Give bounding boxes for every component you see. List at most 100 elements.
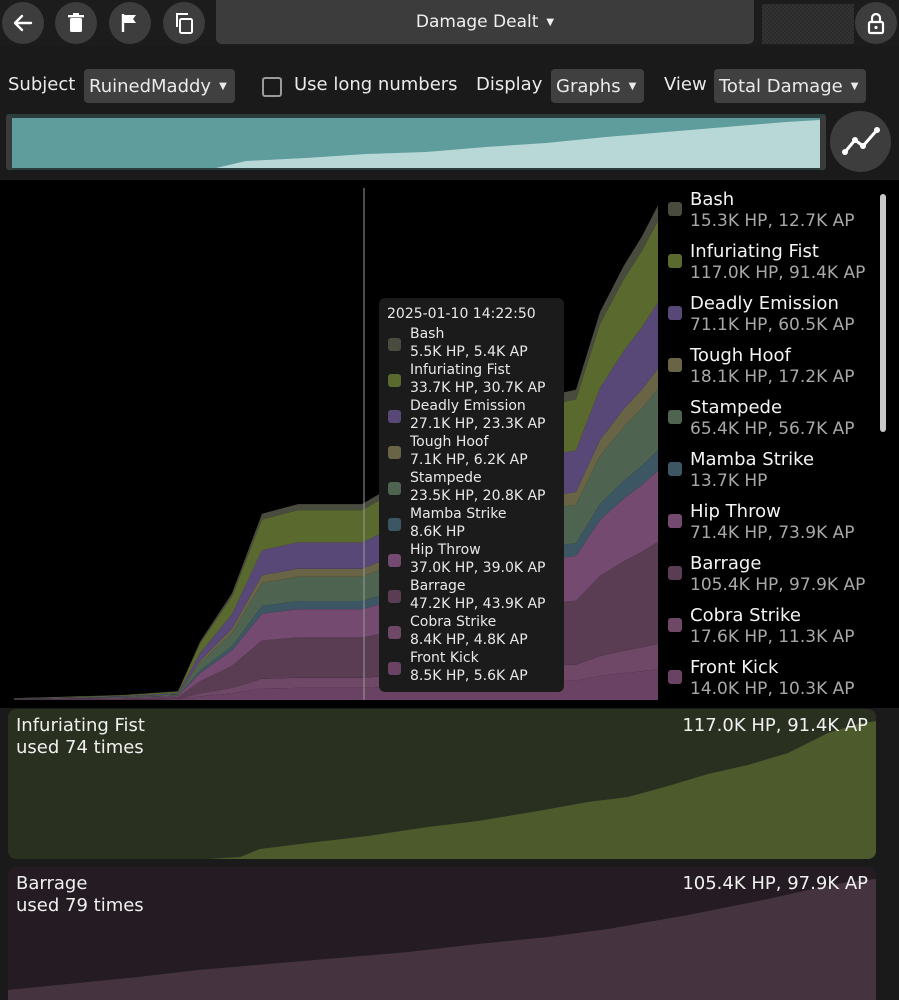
card-total: 117.0K HP, 91.4K AP xyxy=(682,715,868,736)
legend-name: Bash xyxy=(690,189,735,210)
overview-right-handle[interactable] xyxy=(820,116,826,170)
back-arrow-icon xyxy=(13,14,33,32)
tooltip-item: Bash 5.5K HP, 5.4K AP xyxy=(379,326,564,362)
subject-dropdown[interactable]: RuinedMaddy ▼ xyxy=(84,69,235,103)
legend-swatch xyxy=(668,410,682,424)
overview-chart xyxy=(6,116,826,170)
legend: Bash 15.3K HP, 12.7K AP Infuriating Fist 11… xyxy=(664,188,878,704)
tooltip-name: Barrage xyxy=(410,578,466,594)
legend-item[interactable]: Front Kick 14.0K HP, 10.3K AP xyxy=(664,656,878,704)
tooltip-item: Front Kick 8.5K HP, 5.6K AP xyxy=(379,650,564,686)
legend-item[interactable]: Barrage 105.4K HP, 97.9K AP xyxy=(664,552,878,604)
display-dropdown[interactable]: Graphs ▼ xyxy=(551,69,645,103)
flag-button[interactable] xyxy=(109,2,151,44)
legend-item[interactable]: Infuriating Fist 117.0K HP, 91.4K AP xyxy=(664,240,878,292)
legend-scrollbar[interactable] xyxy=(880,194,886,432)
tooltip-item: Deadly Emission 27.1K HP, 23.3K AP xyxy=(379,398,564,434)
card-ability-name: Barrage xyxy=(16,873,88,894)
tooltip-value: 7.1K HP, 6.2K AP xyxy=(410,452,528,468)
tooltip-swatch xyxy=(388,374,401,387)
line-chart-icon xyxy=(841,126,880,155)
checker-pattern xyxy=(762,4,854,44)
legend-item[interactable]: Stampede 65.4K HP, 56.7K AP xyxy=(664,396,878,448)
tooltip-swatch xyxy=(388,518,401,531)
tooltip-item: Cobra Strike 8.4K HP, 4.8K AP xyxy=(379,614,564,650)
graph-toggle-button[interactable] xyxy=(830,111,891,172)
chevron-down-icon: ▼ xyxy=(628,80,637,92)
tooltip-value: 8.5K HP, 5.6K AP xyxy=(410,668,528,684)
toolbar: Damage Dealt ▼ xyxy=(0,0,899,46)
tooltip-timestamp: 2025-01-10 14:22:50 xyxy=(387,306,536,322)
legend-swatch xyxy=(668,618,682,632)
card-use-count: used 74 times xyxy=(16,737,144,758)
legend-value: 105.4K HP, 97.9K AP xyxy=(690,575,866,595)
lock-icon xyxy=(867,12,885,35)
legend-value: 71.1K HP, 60.5K AP xyxy=(690,315,855,335)
card-total: 105.4K HP, 97.9K AP xyxy=(682,873,868,894)
legend-item[interactable]: Deadly Emission 71.1K HP, 60.5K AP xyxy=(664,292,878,344)
copy-button[interactable] xyxy=(163,2,205,44)
overview-left-handle[interactable] xyxy=(6,116,12,170)
legend-item[interactable]: Hip Throw 71.4K HP, 73.9K AP xyxy=(664,500,878,552)
delete-button[interactable] xyxy=(55,2,97,44)
legend-item[interactable]: Cobra Strike 17.6K HP, 11.3K AP xyxy=(664,604,878,656)
tooltip-swatch xyxy=(388,482,401,495)
legend-value: 17.6K HP, 11.3K AP xyxy=(690,627,855,647)
tooltip-item: Hip Throw 37.0K HP, 39.0K AP xyxy=(379,542,564,578)
legend-swatch xyxy=(668,306,682,320)
legend-swatch xyxy=(668,670,682,684)
legend-swatch xyxy=(668,254,682,268)
legend-swatch xyxy=(668,514,682,528)
legend-swatch xyxy=(668,566,682,580)
display-value: Graphs xyxy=(556,75,621,97)
legend-value: 71.4K HP, 73.9K AP xyxy=(690,523,855,543)
tooltip-value: 8.4K HP, 4.8K AP xyxy=(410,632,528,648)
tooltip-item: Barrage 47.2K HP, 43.9K AP xyxy=(379,578,564,614)
legend-name: Cobra Strike xyxy=(690,605,801,626)
view-title-dropdown[interactable]: Damage Dealt ▼ xyxy=(216,0,754,44)
tooltip-swatch xyxy=(388,626,401,639)
card-ability-name: Infuriating Fist xyxy=(16,715,145,736)
tooltip-item: Tough Hoof 7.1K HP, 6.2K AP xyxy=(379,434,564,470)
long-numbers-checkbox[interactable] xyxy=(262,77,282,97)
card-use-count: used 79 times xyxy=(16,895,144,916)
legend-item[interactable]: Bash 15.3K HP, 12.7K AP xyxy=(664,188,878,240)
back-button[interactable] xyxy=(2,2,44,44)
flag-icon xyxy=(121,14,136,32)
chevron-down-icon: ▼ xyxy=(219,80,227,92)
subject-label: Subject xyxy=(8,74,76,95)
legend-item[interactable]: Tough Hoof 18.1K HP, 17.2K AP xyxy=(664,344,878,396)
controls-row: Subject RuinedMaddy ▼ Use long numbers D… xyxy=(0,66,899,106)
tooltip-value: 37.0K HP, 39.0K AP xyxy=(410,560,546,576)
tooltip-name: Front Kick xyxy=(410,650,479,666)
legend-value: 117.0K HP, 91.4K AP xyxy=(690,263,866,283)
view-title: Damage Dealt xyxy=(415,12,539,32)
tooltip-swatch xyxy=(388,446,401,459)
tooltip-item: Stampede 23.5K HP, 20.8K AP xyxy=(379,470,564,506)
time-range-overview[interactable] xyxy=(6,114,826,170)
legend-item[interactable]: Mamba Strike 13.7K HP xyxy=(664,448,878,500)
tooltip-name: Cobra Strike xyxy=(410,614,497,630)
view-value: Total Damage xyxy=(719,75,843,97)
legend-name: Stampede xyxy=(690,397,783,418)
tooltip-swatch xyxy=(388,590,401,603)
view-dropdown[interactable]: Total Damage ▼ xyxy=(714,69,867,103)
tooltip-value: 5.5K HP, 5.4K AP xyxy=(410,344,528,360)
hover-tooltip: 2025-01-10 14:22:50 Bash 5.5K HP, 5.4K AP… xyxy=(379,298,564,692)
tooltip-value: 47.2K HP, 43.9K AP xyxy=(410,596,546,612)
legend-swatch xyxy=(668,462,682,476)
ability-card-infuriating-fist[interactable]: Infuriating Fist used 74 times 117.0K HP… xyxy=(8,709,876,859)
tooltip-swatch xyxy=(388,554,401,567)
legend-name: Front Kick xyxy=(690,657,779,678)
tooltip-name: Deadly Emission xyxy=(410,398,526,414)
tooltip-name: Stampede xyxy=(410,470,482,486)
tooltip-item: Mamba Strike 8.6K HP xyxy=(379,506,564,542)
legend-swatch xyxy=(668,202,682,216)
legend-swatch xyxy=(668,358,682,372)
display-label: Display xyxy=(476,74,543,95)
lock-button[interactable] xyxy=(855,2,897,44)
tooltip-swatch xyxy=(388,338,401,351)
ability-card-barrage[interactable]: Barrage used 79 times 105.4K HP, 97.9K A… xyxy=(8,867,876,1000)
legend-name: Barrage xyxy=(690,553,762,574)
legend-name: Tough Hoof xyxy=(690,345,791,366)
